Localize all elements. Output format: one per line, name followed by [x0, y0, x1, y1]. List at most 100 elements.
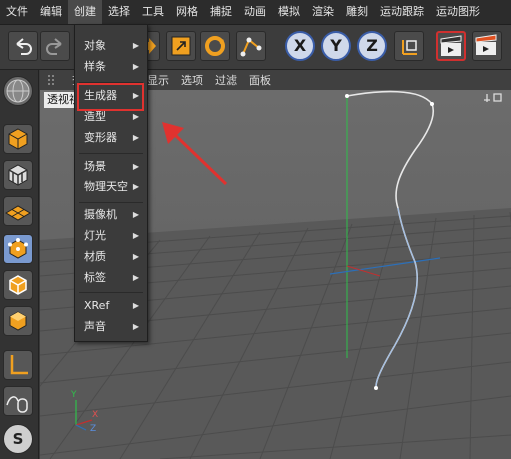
dropdown-item-deformer[interactable]: 变形器 ▶ — [75, 128, 147, 148]
submenu-arrow-icon: ▶ — [132, 62, 139, 71]
dropdown-item-label: 对象 — [84, 39, 106, 52]
menu-render[interactable]: 渲染 — [306, 0, 340, 24]
mode-sphere-button[interactable] — [3, 76, 33, 106]
submenu-arrow-icon: ▶ — [132, 273, 139, 282]
menu-motion-tracking[interactable]: 运动跟踪 — [374, 0, 430, 24]
submenu-arrow-icon: ▶ — [132, 301, 139, 310]
polygons-mode-button[interactable] — [3, 306, 33, 336]
dropdown-item-camera[interactable]: 摄像机 ▶ — [75, 205, 147, 225]
texture-mode-button[interactable] — [3, 160, 33, 190]
dropdown-separator — [79, 153, 143, 154]
menu-sculpt[interactable]: 雕刻 — [340, 0, 374, 24]
menu-tools[interactable]: 工具 — [136, 0, 170, 24]
sphere-grid-icon — [6, 79, 30, 103]
menu-edit[interactable]: 编辑 — [34, 0, 68, 24]
submenu-arrow-icon: ▶ — [132, 162, 139, 171]
dropdown-item-material[interactable]: 材质 ▶ — [75, 247, 147, 267]
checker-cube-icon — [8, 164, 28, 186]
dropdown-item-sound[interactable]: 声音 ▶ — [75, 317, 147, 337]
render-picture-viewer-button[interactable] — [472, 31, 502, 61]
menu-mesh[interactable]: 网格 — [170, 0, 204, 24]
grip-icon — [48, 75, 54, 85]
viewport-menu-options[interactable]: 选项 — [181, 72, 203, 88]
viewport-menu-display[interactable]: 显示 — [147, 72, 169, 88]
model-mode-button[interactable] — [3, 124, 33, 154]
redo-button[interactable] — [40, 31, 70, 61]
axis-corner-icon — [10, 355, 28, 375]
annotation-highlight-box — [77, 83, 144, 111]
redo-icon — [46, 38, 62, 55]
edges-cube-icon — [9, 275, 27, 295]
points-cube-icon — [8, 238, 28, 259]
axis-y-label: Y — [330, 36, 342, 55]
tweak-mode-button[interactable] — [3, 386, 33, 416]
snap-label: S — [12, 430, 24, 448]
menu-mograph[interactable]: 运动图形 — [430, 0, 486, 24]
lock-z-axis-button[interactable]: Z — [357, 31, 387, 61]
lock-y-axis-button[interactable]: Y — [321, 31, 351, 61]
clapper-icon — [440, 35, 462, 56]
render-view-button[interactable] — [436, 31, 466, 61]
edges-mode-button[interactable] — [3, 270, 33, 300]
mouse-curve-icon — [6, 396, 28, 413]
axis-z-label: Z — [366, 36, 378, 55]
scale-box-icon — [171, 36, 191, 56]
scale-tool-button[interactable] — [166, 31, 196, 61]
dropdown-item-object[interactable]: 对象 ▶ — [75, 36, 147, 56]
dropdown-item-scene[interactable]: 场景 ▶ — [75, 157, 147, 177]
viewport-axis-x: X — [92, 410, 99, 420]
dropdown-separator — [79, 292, 143, 293]
polygons-cube-icon — [9, 311, 27, 331]
dropdown-item-xref[interactable]: XRef ▶ — [75, 296, 147, 316]
dropdown-item-spline[interactable]: 样条 ▶ — [75, 57, 147, 77]
last-tool-button[interactable] — [236, 31, 266, 61]
annotation-arrow-icon — [162, 122, 228, 186]
submenu-arrow-icon: ▶ — [132, 252, 139, 261]
submenu-arrow-icon: ▶ — [132, 133, 139, 142]
dropdown-item-label: XRef — [84, 299, 110, 312]
dropdown-item-label: 声音 — [84, 320, 106, 333]
dropdown-item-label: 物理天空 — [84, 180, 128, 193]
viewport-axis-z: Z — [90, 424, 97, 434]
snap-button[interactable]: S — [3, 424, 33, 454]
dropdown-item-light[interactable]: 灯光 ▶ — [75, 226, 147, 246]
lock-x-axis-button[interactable]: X — [285, 31, 315, 61]
menu-file[interactable]: 文件 — [0, 0, 34, 24]
dropdown-item-label: 摄像机 — [84, 208, 117, 221]
viewport-axis-y: Y — [71, 390, 77, 400]
axis-mode-button[interactable] — [3, 350, 33, 380]
dropdown-separator — [79, 202, 143, 203]
submenu-arrow-icon: ▶ — [132, 210, 139, 219]
menu-select[interactable]: 选择 — [102, 0, 136, 24]
undo-icon — [16, 38, 32, 55]
grid-plane-icon — [5, 205, 31, 221]
dropdown-item-label: 样条 — [84, 60, 106, 73]
submenu-arrow-icon: ▶ — [132, 41, 139, 50]
dropdown-item-label: 标签 — [84, 271, 106, 284]
menu-animate[interactable]: 动画 — [238, 0, 272, 24]
dropdown-item-physical-sky[interactable]: 物理天空 ▶ — [75, 177, 147, 197]
left-toolbar: S — [0, 70, 39, 459]
workplane-mode-button[interactable] — [3, 196, 33, 226]
points-mode-button[interactable] — [3, 234, 33, 264]
dropdown-item-label: 场景 — [84, 160, 106, 173]
viewport-menu-panel[interactable]: 面板 — [249, 72, 271, 88]
menu-create[interactable]: 创建 — [68, 0, 102, 24]
nav-icons[interactable] — [481, 90, 507, 104]
cube-orange-icon — [8, 128, 28, 150]
clapper-play-icon — [475, 34, 497, 55]
menu-simulate[interactable]: 模拟 — [272, 0, 306, 24]
undo-button[interactable] — [8, 31, 38, 61]
dropdown-item-tag[interactable]: 标签 ▶ — [75, 268, 147, 288]
create-menu-dropdown: 对象 ▶ 样条 ▶ 生成器 ▶ 造型 ▶ 变形器 ▶ 场景 ▶ 物理天空 ▶ 摄像机 ▶ 灯光 ▶… — [74, 24, 148, 342]
viewport-menu-filter[interactable]: 过滤 — [215, 72, 237, 88]
rotate-icon — [205, 36, 225, 56]
rotate-tool-button[interactable] — [200, 31, 230, 61]
menubar: 文件 编辑 创建 选择 工具 网格 捕捉 动画 模拟 渲染 雕刻 运动跟踪 运动… — [0, 0, 511, 25]
dropdown-item-label: 材质 — [84, 250, 106, 263]
spline-point-icon — [240, 37, 262, 57]
dropdown-item-label: 变形器 — [84, 131, 117, 144]
dropdown-item-label: 灯光 — [84, 229, 106, 242]
menu-snap[interactable]: 捕捉 — [204, 0, 238, 24]
coordinate-system-button[interactable] — [394, 31, 424, 61]
